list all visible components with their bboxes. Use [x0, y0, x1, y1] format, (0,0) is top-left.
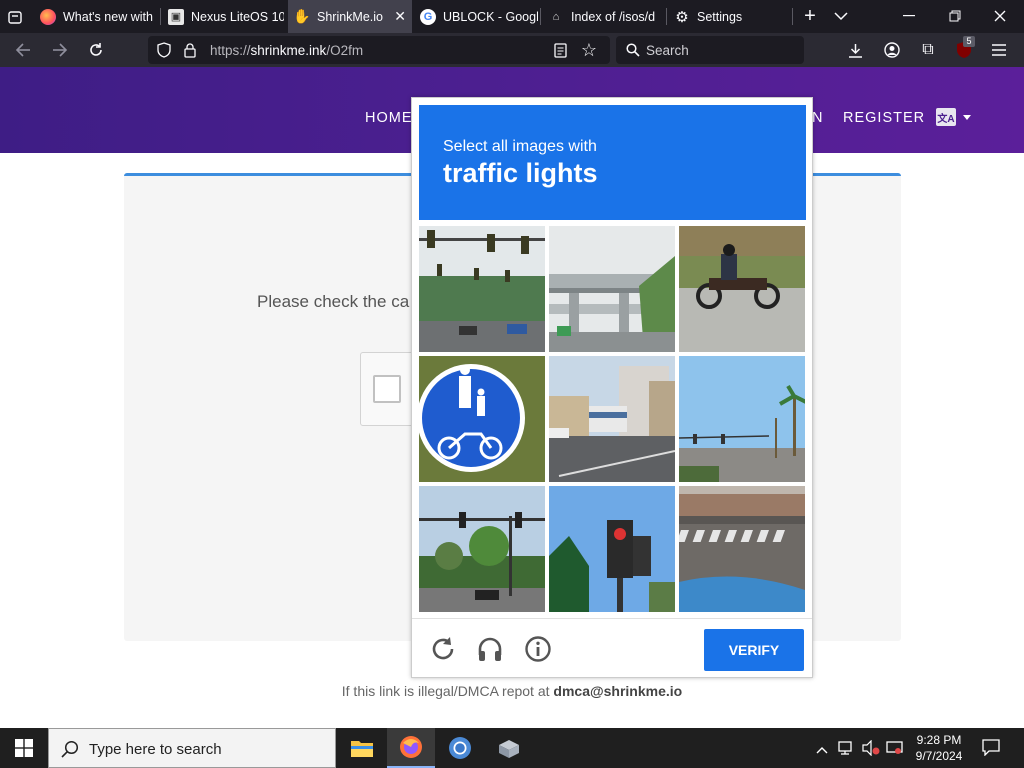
- account-icon[interactable]: [883, 41, 901, 59]
- captcha-tile-7[interactable]: [419, 486, 545, 612]
- firefox-taskbar-icon[interactable]: [387, 728, 435, 768]
- headphones-icon[interactable]: [476, 635, 504, 663]
- notification-icon[interactable]: [982, 738, 1000, 761]
- minimize-icon[interactable]: [900, 7, 918, 25]
- display-icon[interactable]: [886, 740, 904, 761]
- tab-title: UBLOCK - Googl: [443, 9, 538, 24]
- search-icon: [61, 740, 79, 763]
- shield-icon[interactable]: [156, 42, 172, 58]
- tab-title: Index of /isos/d: [571, 9, 656, 24]
- clock-date: 9/7/2024: [915, 749, 963, 763]
- windows-start-icon[interactable]: [0, 728, 48, 768]
- captcha-target: traffic lights: [443, 158, 598, 188]
- captcha-tile-4[interactable]: [419, 356, 545, 482]
- tab-title: Settings: [697, 9, 743, 24]
- tab-title: ShrinkMe.io: [317, 9, 383, 24]
- dmca-notice: If this link is illegal/DMCA repot at dm…: [0, 683, 1024, 699]
- menu-hamburger-icon[interactable]: [990, 41, 1008, 59]
- close-tab-icon[interactable]: ✕: [394, 8, 406, 25]
- tab-title: Nexus LiteOS 10: [191, 9, 284, 24]
- captcha-instruction: Select all images with: [443, 138, 597, 155]
- chevron-down-icon[interactable]: [832, 7, 850, 25]
- captcha-tile-6[interactable]: [679, 356, 805, 482]
- nexus-favicon-icon: ▣: [168, 8, 184, 25]
- tab-nexus-liteos[interactable]: ▣ Nexus LiteOS 10: [162, 0, 284, 33]
- taskbar-clock[interactable]: 9:28 PM 9/7/2024: [908, 732, 970, 764]
- tab-shrinkme[interactable]: ✋ ShrinkMe.io ✕: [288, 0, 412, 33]
- chevron-down-icon[interactable]: [963, 115, 971, 120]
- network-icon[interactable]: [838, 740, 856, 761]
- captcha-footer: VERIFY: [412, 618, 812, 678]
- clock-time: 9:28 PM: [916, 733, 962, 747]
- url-text[interactable]: https://shrinkme.ink/O2fm: [210, 43, 363, 58]
- captcha-tile-3[interactable]: [679, 226, 805, 352]
- extension-badge: 5: [963, 36, 975, 47]
- captcha-tile-8[interactable]: [549, 486, 675, 612]
- tab-title: What's new with: [63, 9, 153, 24]
- translate-icon[interactable]: 文A: [936, 108, 956, 126]
- nav-login-link[interactable]: N: [812, 110, 823, 126]
- google-icon: G: [420, 8, 436, 25]
- archive-icon: ⌂: [552, 10, 560, 23]
- url-bar[interactable]: https://shrinkme.ink/O2fm ☆: [148, 36, 610, 64]
- taskbar-search-box[interactable]: Type here to search: [48, 728, 336, 768]
- taskbar-search-placeholder: Type here to search: [89, 741, 222, 758]
- info-icon[interactable]: [524, 635, 552, 663]
- file-explorer-icon[interactable]: [338, 728, 386, 768]
- back-arrow-icon[interactable]: [14, 41, 32, 59]
- reload-icon[interactable]: [87, 41, 105, 59]
- check-message: Please check the ca: [257, 292, 410, 311]
- browser-nav-bar: https://shrinkme.ink/O2fm ☆ Search ⧉ 5: [0, 33, 1024, 67]
- shrinkme-favicon-icon: ✋: [293, 8, 311, 24]
- windows-taskbar: Type here to search 9:28 PM 9/7/2024: [0, 728, 1024, 768]
- firefox-icon: [40, 8, 56, 25]
- chromium-icon[interactable]: [436, 728, 484, 768]
- app-installer-icon[interactable]: [485, 728, 533, 768]
- tab-settings[interactable]: ⚙ Settings: [668, 0, 790, 33]
- bookmark-star-icon[interactable]: ☆: [580, 40, 598, 60]
- gear-icon: ⚙: [675, 8, 689, 26]
- search-icon: [625, 42, 641, 58]
- tab-list-icon[interactable]: [6, 8, 24, 26]
- extensions-puzzle-icon[interactable]: ⧉: [919, 41, 937, 59]
- captcha-challenge: Select all images with traffic lights VE…: [411, 97, 813, 678]
- reader-view-icon[interactable]: [552, 42, 568, 58]
- lock-icon[interactable]: [182, 42, 198, 58]
- captcha-tile-5[interactable]: [549, 356, 675, 482]
- search-bar[interactable]: Search: [616, 36, 804, 64]
- tab-whats-new[interactable]: What's new with: [34, 0, 158, 33]
- captcha-header: Select all images with traffic lights: [419, 105, 806, 220]
- dmca-text: If this link is illegal/DMCA repot at: [341, 683, 550, 699]
- close-window-icon[interactable]: [991, 7, 1009, 25]
- tab-index-isos[interactable]: ⌂ Index of /isos/d: [542, 0, 664, 33]
- restore-icon[interactable]: [946, 7, 964, 25]
- volume-muted-icon[interactable]: [862, 739, 880, 761]
- browser-tab-bar: What's new with ▣ Nexus LiteOS 10 ✋ Shri…: [0, 0, 1024, 33]
- new-tab-icon[interactable]: +: [800, 5, 820, 27]
- captcha-checkbox[interactable]: [373, 375, 401, 403]
- search-placeholder: Search: [646, 43, 689, 58]
- captcha-tile-1[interactable]: [419, 226, 545, 352]
- tab-ublock[interactable]: G UBLOCK - Googl: [414, 0, 538, 33]
- refresh-icon[interactable]: [429, 635, 457, 663]
- chevron-up-icon[interactable]: [816, 741, 828, 759]
- forward-arrow-icon[interactable]: [51, 41, 69, 59]
- nav-register-link[interactable]: REGISTER: [843, 110, 925, 126]
- dmca-email-link[interactable]: dmca@shrinkme.io: [553, 683, 682, 699]
- verify-button[interactable]: VERIFY: [704, 629, 804, 671]
- download-icon[interactable]: [846, 41, 864, 59]
- captcha-tile-9[interactable]: [679, 486, 805, 612]
- captcha-tile-2[interactable]: [549, 226, 675, 352]
- nav-home-link[interactable]: HOME: [365, 110, 413, 126]
